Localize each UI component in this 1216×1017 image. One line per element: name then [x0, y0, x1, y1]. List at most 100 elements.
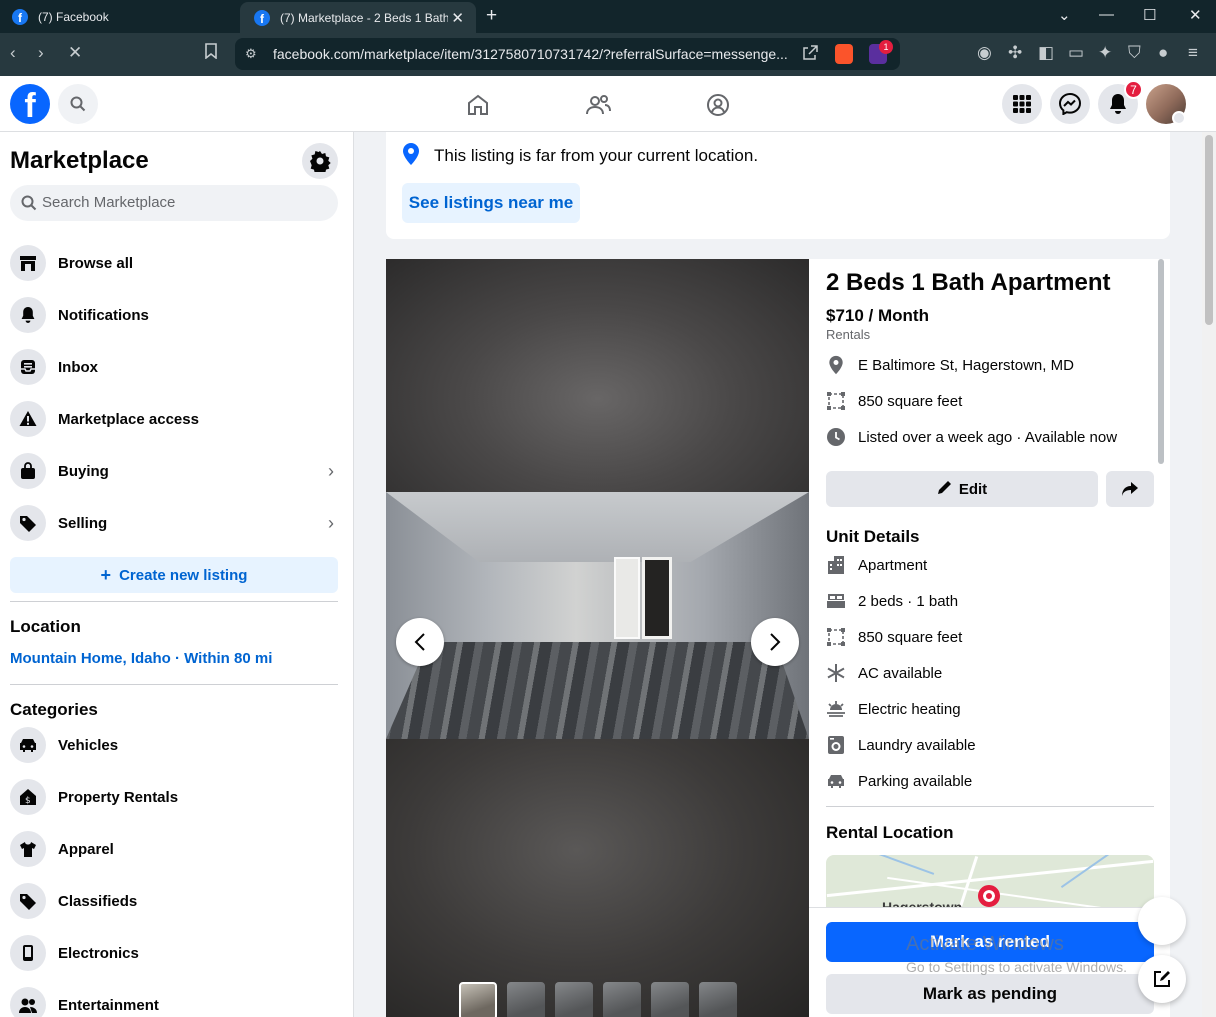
- sidebar-item-browse-all[interactable]: Browse all: [10, 241, 338, 285]
- rental-location-map[interactable]: Hagerstown: [826, 855, 1154, 915]
- category-property-rentals[interactable]: $ Property Rentals: [10, 775, 338, 819]
- extensions-icon[interactable]: ✣: [1008, 43, 1022, 63]
- unit-detail-row: Apartment: [826, 553, 927, 577]
- unit-detail-label: 850 square feet: [858, 628, 963, 646]
- location-pin-icon: [826, 355, 846, 375]
- bed-icon: [826, 591, 846, 611]
- share-listing-button[interactable]: [1106, 471, 1154, 507]
- unit-detail-label: Apartment: [858, 556, 928, 574]
- sidebar-item-inbox[interactable]: Inbox: [10, 345, 338, 389]
- photo-thumbnail[interactable]: [459, 982, 497, 1017]
- messenger-button[interactable]: [1050, 84, 1090, 124]
- inbox-icon: [10, 349, 46, 385]
- blurred-photo-backdrop: [386, 739, 809, 1017]
- category-classifieds[interactable]: Classifieds: [10, 879, 338, 923]
- listing-main-photo[interactable]: [386, 492, 809, 739]
- gear-icon: [310, 151, 331, 172]
- shirt-icon: [10, 831, 46, 867]
- listing-listed-row: Listed over a week ago · Available now: [826, 425, 1117, 449]
- tab-marketplace-listing[interactable]: f (7) Marketplace - 2 Beds 1 Bath Apartm…: [240, 2, 476, 33]
- tab-facebook[interactable]: f (7) Facebook: [12, 0, 237, 33]
- edit-listing-button[interactable]: Edit: [826, 471, 1098, 507]
- mark-as-pending-button[interactable]: Mark as pending: [826, 974, 1154, 1014]
- bookmark-icon[interactable]: [204, 43, 218, 64]
- window-close-icon[interactable]: ✕: [1189, 6, 1202, 24]
- photo-thumbnail[interactable]: [507, 982, 545, 1017]
- brave-shields-icon[interactable]: [835, 44, 853, 64]
- menu-grid-icon: [1013, 95, 1031, 113]
- location-pin-icon: [402, 142, 420, 171]
- category-label: Apparel: [58, 840, 114, 858]
- square-footage-icon: [826, 627, 846, 647]
- share-page-icon[interactable]: [801, 44, 819, 67]
- profile-icon[interactable]: ●: [1158, 43, 1168, 63]
- maximize-icon[interactable]: ☐: [1143, 6, 1156, 24]
- create-listing-label: Create new listing: [119, 566, 248, 584]
- leo-ai-icon[interactable]: ✦: [1098, 43, 1112, 63]
- photo-thumbnail[interactable]: [603, 982, 641, 1017]
- category-vehicles[interactable]: Vehicles: [10, 723, 338, 767]
- menu-icon[interactable]: ≡: [1188, 43, 1198, 63]
- unit-detail-label: Parking available: [858, 772, 973, 790]
- square-footage-icon: [826, 391, 846, 411]
- search-button[interactable]: [58, 84, 98, 124]
- sidebar-item-label: Inbox: [58, 358, 98, 376]
- new-tab-icon[interactable]: +: [486, 5, 497, 27]
- listing-address[interactable]: E Baltimore St, Hagerstown, MD: [858, 357, 1074, 374]
- location-filter-link[interactable]: Mountain Home, Idaho · Within 80 mi: [10, 650, 272, 667]
- menu-button[interactable]: [1002, 84, 1042, 124]
- site-info-icon[interactable]: ⚙: [245, 46, 257, 62]
- sidebar-item-notifications[interactable]: Notifications: [10, 293, 338, 337]
- sidebar-item-selling[interactable]: Selling ›: [10, 501, 338, 545]
- url-text: facebook.com/marketplace/item/3127580710…: [273, 46, 788, 62]
- sidebar-icon[interactable]: ◧: [1038, 43, 1054, 63]
- listing-category: Rentals: [826, 327, 871, 342]
- forward-icon[interactable]: ›: [38, 43, 44, 63]
- facebook-header: f 7: [0, 76, 1216, 132]
- create-new-listing-button[interactable]: + Create new listing: [10, 557, 338, 593]
- back-icon[interactable]: ‹: [10, 43, 16, 63]
- next-photo-button[interactable]: [751, 618, 799, 666]
- groups-nav-button[interactable]: [701, 88, 735, 122]
- wallet-icon[interactable]: ▭: [1068, 43, 1084, 63]
- stop-loading-icon[interactable]: ✕: [68, 43, 82, 63]
- home-nav-button[interactable]: [461, 88, 495, 122]
- account-chevron-icon[interactable]: [1172, 111, 1186, 125]
- address-bar[interactable]: ⚙ facebook.com/marketplace/item/31275807…: [235, 38, 900, 70]
- close-tab-icon[interactable]: ✕: [451, 9, 464, 27]
- category-electronics[interactable]: Electronics: [10, 931, 338, 975]
- see-listings-near-me-button[interactable]: See listings near me: [402, 183, 580, 223]
- new-message-button[interactable]: [1138, 955, 1186, 1003]
- photo-thumbnail[interactable]: [699, 982, 737, 1017]
- category-apparel[interactable]: Apparel: [10, 827, 338, 871]
- photo-thumbnail[interactable]: [651, 982, 689, 1017]
- marketplace-sidebar: Marketplace Search Marketplace Browse al…: [0, 132, 354, 1017]
- bell-icon: [1110, 94, 1126, 114]
- photo-thumbnail[interactable]: [555, 982, 593, 1017]
- vpn-icon[interactable]: ⛉: [1128, 43, 1141, 63]
- category-label: Classifieds: [58, 892, 138, 910]
- divider: [826, 806, 1154, 807]
- category-entertainment[interactable]: Entertainment: [10, 983, 338, 1017]
- sidebar-item-marketplace-access[interactable]: Marketplace access: [10, 397, 338, 441]
- floating-chat-bubble[interactable]: [1138, 897, 1186, 945]
- categories-heading: Categories: [10, 700, 98, 719]
- friends-nav-button[interactable]: [581, 88, 615, 122]
- groups-icon: [707, 94, 729, 116]
- details-scrollbar[interactable]: [1158, 259, 1164, 464]
- tab-search-chevron-icon[interactable]: ⌄: [1058, 6, 1071, 24]
- shopping-bag-icon: [10, 453, 46, 489]
- sidebar-item-buying[interactable]: Buying ›: [10, 449, 338, 493]
- minimize-icon[interactable]: —: [1099, 6, 1114, 23]
- facebook-logo[interactable]: f: [10, 84, 50, 124]
- page-scrollbar-thumb[interactable]: [1205, 135, 1213, 325]
- previous-photo-button[interactable]: [396, 618, 444, 666]
- page-scrollbar[interactable]: [1202, 132, 1216, 1017]
- cookie-extension-icon[interactable]: ◉: [977, 43, 992, 63]
- compose-icon: [1154, 971, 1170, 987]
- pencil-icon: [937, 479, 953, 499]
- category-label: Electronics: [58, 944, 139, 962]
- marketplace-settings-button[interactable]: [302, 143, 338, 179]
- sidebar-title: Marketplace: [10, 147, 149, 174]
- search-marketplace-input[interactable]: Search Marketplace: [10, 185, 338, 221]
